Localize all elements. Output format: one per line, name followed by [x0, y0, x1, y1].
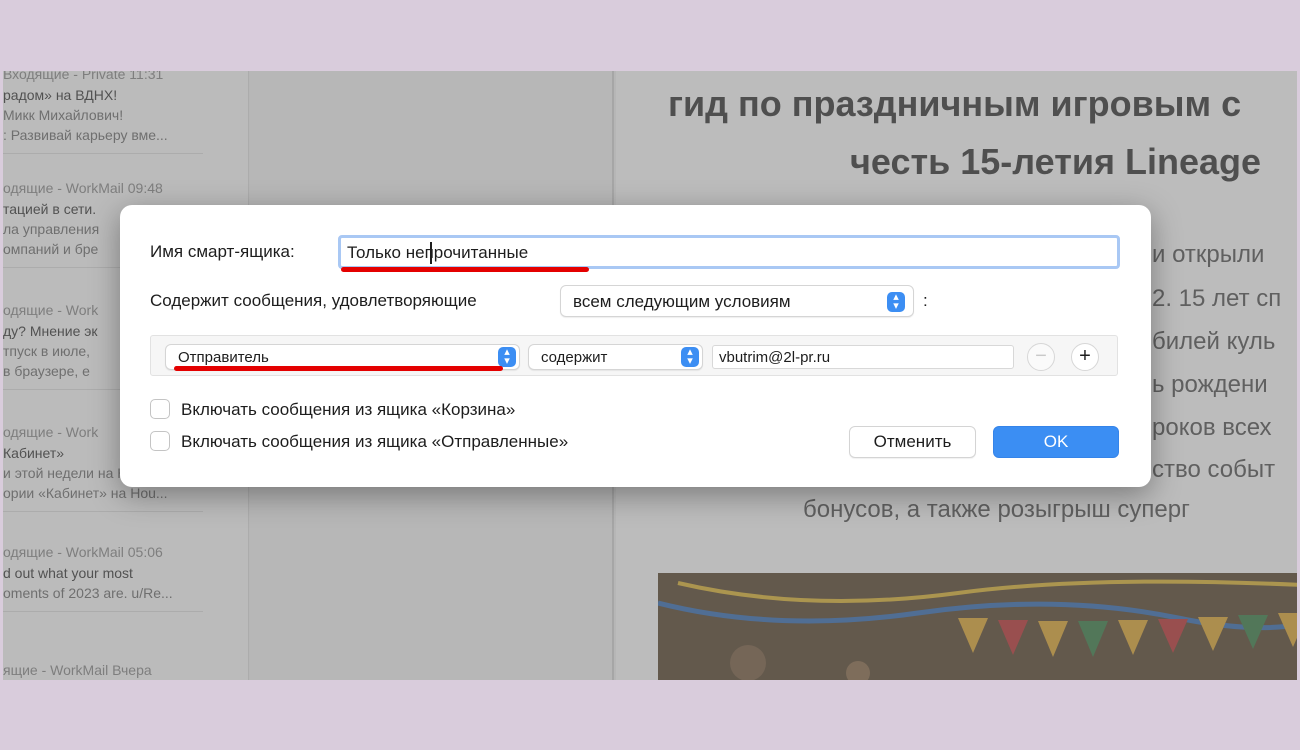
colon-label: :: [923, 291, 928, 310]
chevron-up-down-icon: ▴ ▾: [681, 347, 699, 367]
message-preview-line: d out what your most: [3, 565, 133, 581]
include-trash-checkbox[interactable]: [150, 399, 170, 419]
message-preview-line: Микк Михайлович!: [3, 107, 124, 123]
message-meta: одящие - WorkMail 09:48: [3, 180, 163, 196]
mailbox-name-input[interactable]: Только непрочитанные: [338, 235, 1120, 269]
ok-button[interactable]: OK: [993, 426, 1119, 458]
text-caret: [430, 242, 432, 264]
chevron-up-down-icon: ▴ ▾: [498, 347, 516, 367]
message-preview-line: радом» на ВДНХ!: [3, 87, 118, 103]
list-separator: [3, 153, 203, 154]
message-meta: Входящие - Private 11:31: [3, 71, 164, 82]
list-separator: [3, 611, 203, 612]
message-body-line: бонусов, а также розыгрыш суперг: [803, 496, 1190, 523]
message-title-line-1: гид по праздничным игровым с: [668, 83, 1242, 124]
match-condition-value: всем следующим условиям: [573, 292, 791, 311]
condition-operator-select[interactable]: содержит ▴ ▾: [528, 344, 703, 370]
message-list-item[interactable]: Входящие - Private 11:31 радом» на ВДНХ! М…: [3, 71, 227, 154]
message-preview-line: oments of 2023 are. u/Re...: [3, 585, 173, 601]
contains-messages-label: Содержит сообщения, удовлетворяющие: [150, 291, 477, 310]
condition-operator-value: содержит: [541, 349, 608, 366]
message-title-line-2: честь 15-летия Lineage: [850, 141, 1262, 182]
chevron-up-down-icon: ▴ ▾: [887, 292, 905, 312]
mailbox-name-label: Имя смарт-ящика:: [150, 242, 295, 261]
message-body-line: роков всех: [1152, 414, 1272, 441]
message-body-line: ство событ: [1152, 456, 1276, 483]
message-list-item[interactable]: одящие - WorkMail 05:06 d out what your m…: [3, 541, 227, 612]
red-underline-annotation: [341, 267, 589, 272]
message-preview-line: : Развивай карьеру вме...: [3, 127, 168, 143]
match-condition-select[interactable]: всем следующим условиям ▴ ▾: [560, 285, 914, 317]
red-underline-annotation: [174, 366, 503, 371]
message-list-item[interactable]: ящие - WorkMail Вчера: [3, 659, 227, 680]
condition-value-input[interactable]: vbutrim@2l-pr.ru: [712, 345, 1014, 369]
include-sent-label: Включать сообщения из ящика «Отправленны…: [181, 432, 569, 451]
include-sent-checkbox[interactable]: [150, 431, 170, 451]
cancel-button[interactable]: Отменить: [849, 426, 976, 458]
message-body-line: билей куль: [1152, 328, 1276, 355]
message-banner-image: [658, 573, 1297, 680]
include-trash-label: Включать сообщения из ящика «Корзина»: [181, 400, 516, 419]
remove-condition-button[interactable]: −: [1027, 343, 1055, 371]
message-body-line: и открыли: [1152, 241, 1265, 268]
smart-mailbox-dialog: Имя смарт-ящика: Только непрочитанные Со…: [120, 205, 1151, 487]
message-body-line: 2. 15 лет сп: [1152, 285, 1282, 312]
message-meta: ящие - WorkMail Вчера: [3, 662, 152, 678]
list-separator: [3, 511, 203, 512]
message-meta: одящие - WorkMail 05:06: [3, 544, 163, 560]
condition-field-value: Отправитель: [178, 349, 269, 366]
party-banner-illustration: [658, 573, 1297, 680]
message-body-line: ь рождени: [1152, 371, 1268, 398]
add-condition-button[interactable]: +: [1071, 343, 1099, 371]
